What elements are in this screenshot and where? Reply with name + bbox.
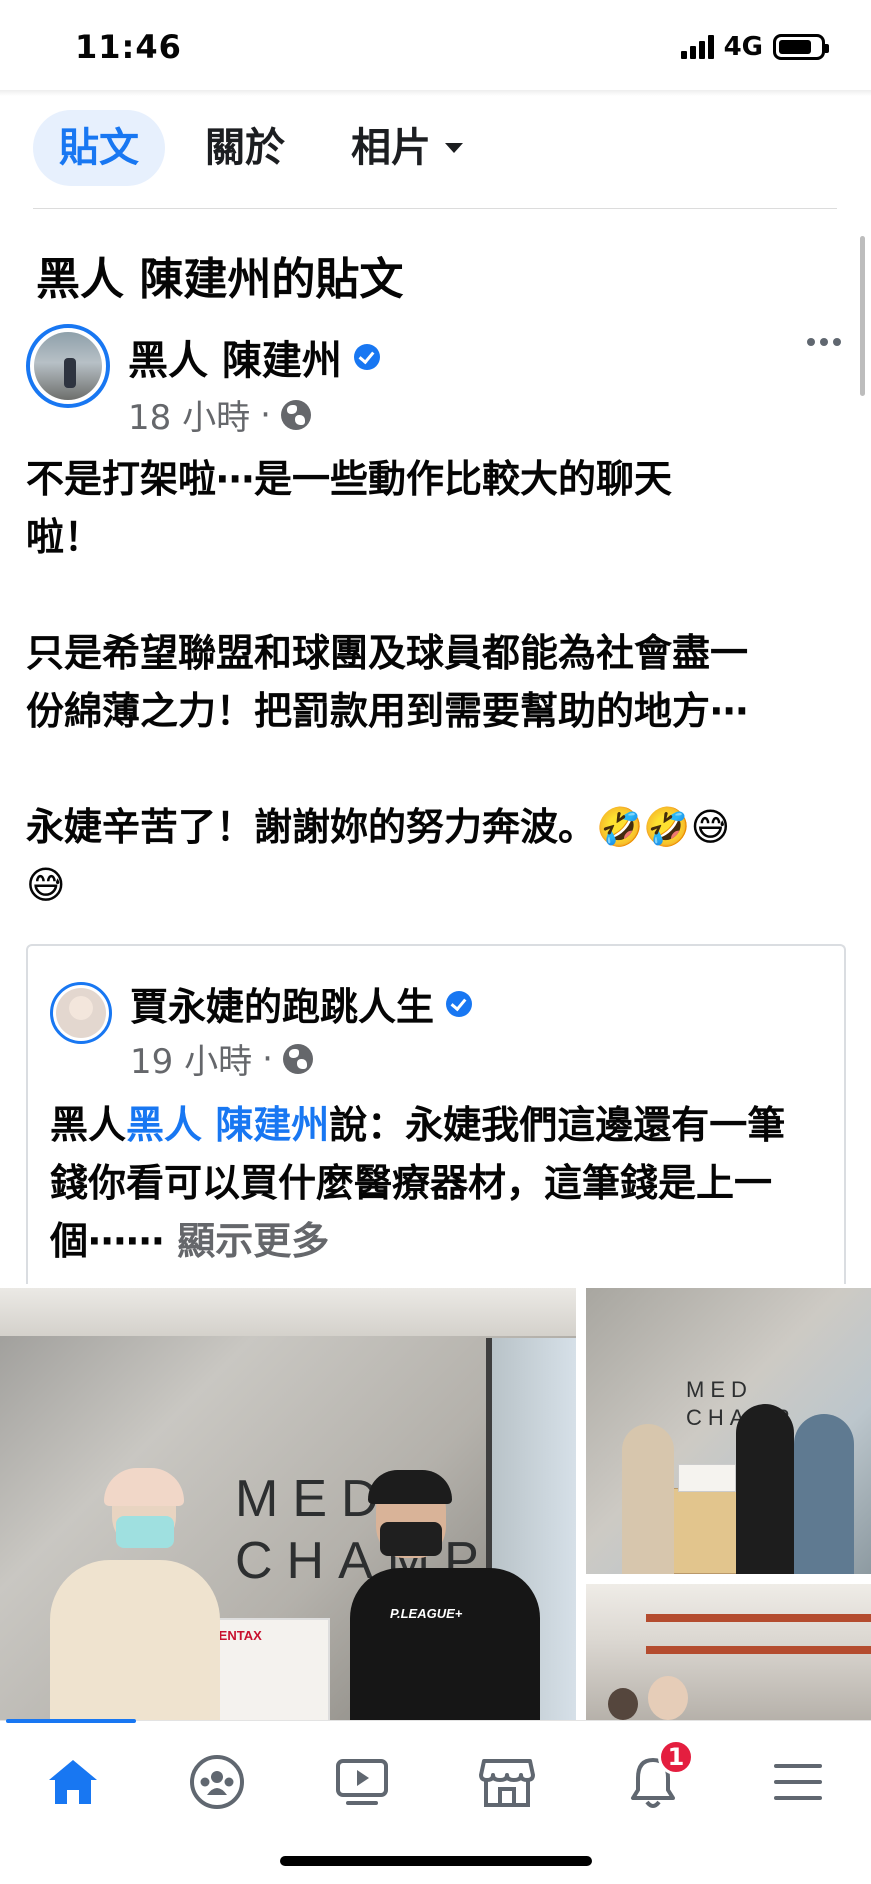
- photo-shirt-text: P.LEAGUE+: [390, 1606, 463, 1621]
- tab-photos[interactable]: 相片: [325, 110, 489, 186]
- globe-icon: [280, 399, 311, 430]
- verified-badge-icon: [446, 990, 473, 1017]
- shared-author-row: 賈永婕的跑跳人生: [130, 976, 473, 1031]
- status-time: 11:46: [75, 28, 182, 66]
- video-icon: [336, 1759, 388, 1805]
- notification-badge: 1: [658, 1739, 694, 1775]
- shared-post-meta: 19 小時 ·: [130, 1034, 313, 1083]
- see-more-link[interactable]: 顯示更多: [177, 1219, 329, 1263]
- nav-watch[interactable]: [327, 1747, 397, 1817]
- tab-posts[interactable]: 貼文: [33, 110, 165, 186]
- active-tab-indicator: [6, 1719, 136, 1723]
- post-author-row: 黑人 陳建州: [128, 328, 380, 386]
- header-divider: [0, 90, 871, 96]
- profile-tabs: 貼文 關於 相片: [33, 110, 503, 186]
- home-indicator[interactable]: [280, 1856, 592, 1866]
- shared-text-prefix: 黑人: [50, 1103, 127, 1147]
- globe-icon: [282, 1043, 313, 1074]
- more-options-icon[interactable]: [807, 338, 841, 346]
- battery-icon: [773, 34, 829, 60]
- tab-about[interactable]: 關於: [179, 110, 311, 186]
- shared-post-text: 黑人黑人 陳建州說：永婕我們這邊還有一筆錢你看可以買什麼醫療器材，這筆錢是上一個…: [50, 1096, 820, 1270]
- shared-post-card[interactable]: 賈永婕的跑跳人生 19 小時 · 黑人黑人 陳建州說：永婕我們這邊還有一筆錢你看…: [26, 944, 846, 1284]
- meta-separator: ·: [260, 394, 271, 435]
- groups-icon: [190, 1755, 244, 1809]
- post-text: 不是打架啦⋯是一些動作比較大的聊天 啦！ 只是希望聯盟和球團及球員都能為社會盡一…: [26, 457, 749, 907]
- nav-home[interactable]: [38, 1747, 108, 1817]
- network-type: 4G: [723, 32, 763, 62]
- tab-about-label: 關於: [205, 125, 285, 171]
- author-avatar[interactable]: [26, 324, 110, 408]
- mention-link[interactable]: 黑人 陳建州: [126, 1103, 329, 1147]
- section-title: 黑人 陳建州的貼文: [36, 254, 404, 305]
- meta-separator: ·: [262, 1038, 273, 1079]
- post-author-name[interactable]: 黑人 陳建州: [128, 328, 342, 386]
- menu-icon: [774, 1764, 822, 1800]
- nav-menu[interactable]: [763, 1747, 833, 1817]
- shared-author-name[interactable]: 賈永婕的跑跳人生: [130, 976, 434, 1031]
- status-bar: 11:46 4G: [0, 0, 871, 92]
- shared-post-timestamp[interactable]: 19 小時: [130, 1034, 252, 1083]
- tabs-divider: [33, 208, 837, 209]
- shared-author-avatar[interactable]: [50, 982, 112, 1044]
- tab-photos-label: 相片: [351, 125, 431, 171]
- verified-badge-icon: [353, 344, 380, 370]
- tab-posts-label: 貼文: [59, 125, 139, 171]
- photo-thumbnail-1[interactable]: MEDCHAMP: [586, 1288, 871, 1574]
- photo-main[interactable]: MED CHAMP PENTAX P.LEAGUE+: [0, 1288, 576, 1720]
- caret-down-icon: [445, 143, 463, 153]
- marketplace-icon: [479, 1759, 535, 1807]
- photo-thumbnail-2[interactable]: [586, 1584, 871, 1720]
- nav-groups[interactable]: [182, 1747, 252, 1817]
- cellular-signal-icon: [680, 35, 714, 59]
- scrollbar[interactable]: [860, 236, 865, 396]
- nav-notifications[interactable]: 1: [618, 1739, 694, 1817]
- post-timestamp[interactable]: 18 小時: [128, 390, 250, 439]
- post-meta: 18 小時 ·: [128, 390, 311, 439]
- photo-person-woman: [50, 1468, 220, 1720]
- nav-marketplace[interactable]: [472, 1747, 542, 1817]
- photo-person-man: P.LEAGUE+: [350, 1470, 540, 1720]
- status-indicators: 4G: [680, 32, 829, 62]
- photo-grid: MEDCHAMP PENTAX P.LEAGUE+ MEDCHAMP: [0, 1288, 871, 1720]
- home-icon: [49, 1760, 97, 1804]
